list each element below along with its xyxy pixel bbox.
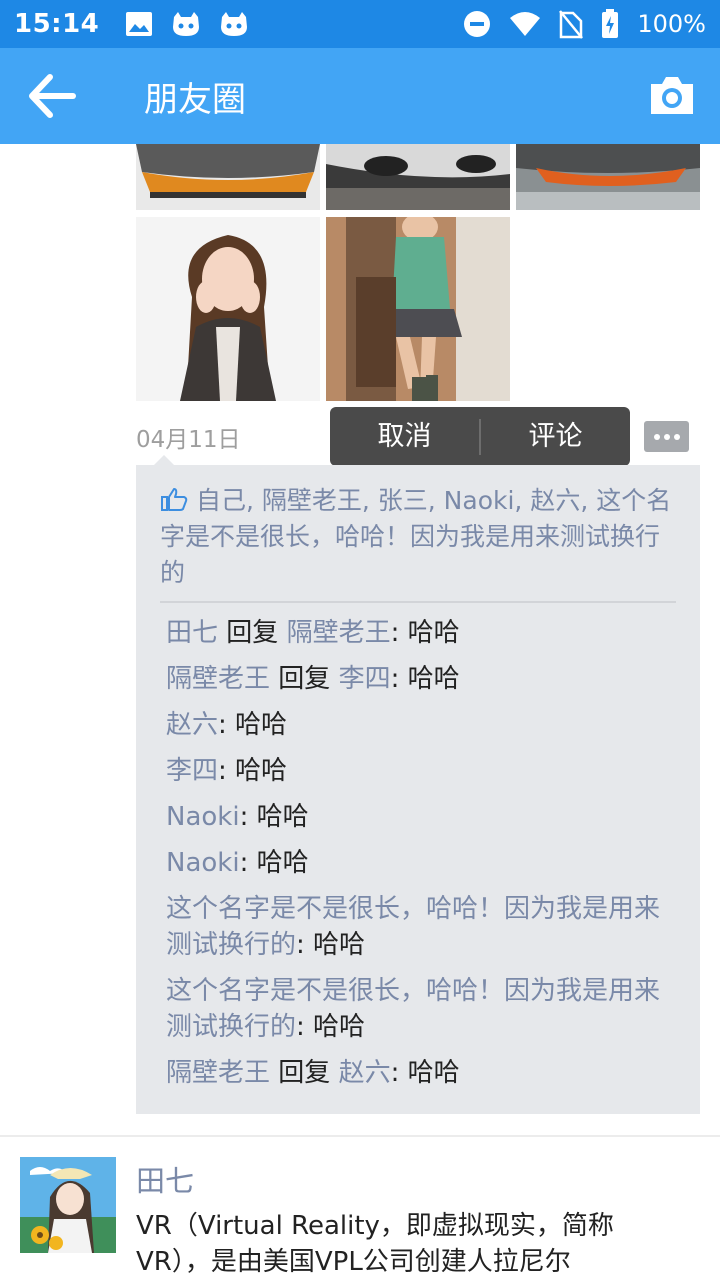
status-time: 15:14 [14,9,100,39]
comment-author[interactable]: 隔壁老王 [166,1058,270,1088]
action-popup: 取消 评论 [330,407,630,466]
photo-car-1[interactable] [136,144,320,210]
comment-text: : 哈哈 [390,1058,460,1088]
arrow-left-icon[interactable] [28,74,76,118]
comment-item[interactable]: 赵六: 哈哈 [166,707,676,743]
comment-item[interactable]: 隔壁老王 回复 赵六: 哈哈 [166,1055,676,1091]
no-sim-icon [559,10,584,39]
comment-text: : 哈哈 [239,802,309,832]
comment-text: : 哈哈 [296,1012,366,1042]
poster-name[interactable]: 田七 [136,1158,194,1200]
cancel-button[interactable]: 取消 [330,407,479,466]
likes-text[interactable]: 自己, 隔壁老王, 张三, Naoki, 赵六, 这个名字是不是很长，哈哈！因为… [160,486,671,587]
comment-button[interactable]: 评论 [481,407,630,466]
cat-icon [173,12,200,36]
comment-author[interactable]: Naoki [166,848,240,878]
comment-item[interactable]: 这个名字是不是很长，哈哈！因为我是用来测试换行的: 哈哈 [166,891,676,963]
comment-item[interactable]: Naoki: 哈哈 [166,799,676,835]
comment-author[interactable]: 这个名字是不是很长，哈哈！因为我是用来测试换行的 [166,894,660,960]
likes-comments-panel: 自己, 隔壁老王, 张三, Naoki, 赵六, 这个名字是不是很长，哈哈！因为… [136,455,700,1114]
comment-item[interactable]: 李四: 哈哈 [166,753,676,789]
battery-percent: 100% [637,10,706,38]
more-dot-icon [673,433,680,440]
comment-author[interactable]: 隔壁老王 [166,664,270,694]
comment-author[interactable]: 赵六 [166,710,218,740]
comment-author[interactable]: 田七 [166,618,218,648]
cat-icon [221,12,248,36]
avatar[interactable] [20,1157,116,1253]
status-bar: 15:14 100% [0,0,720,48]
post-date: 04月11日 [136,427,241,453]
battery-icon [602,9,619,38]
comment-text: : 哈哈 [296,930,366,960]
likes-divider [160,601,676,603]
image-icon [126,12,153,36]
comment-reply-target[interactable]: 李四 [339,664,391,694]
comment-author[interactable]: Naoki [166,802,240,832]
comment-text: : 哈哈 [390,664,460,694]
comment-reply-target[interactable]: 赵六 [339,1058,391,1088]
more-dot-icon [663,433,670,440]
more-options-button[interactable] [644,421,689,452]
comments-list: 田七 回复 隔壁老王: 哈哈 隔壁老王 回复 李四: 哈哈 赵六: 哈哈 李四: 哈哈… [166,615,676,1101]
post-text: VR（Virtual Reality，即虚拟现实，简称VR），是由美国VPL公司… [136,1211,614,1277]
photo-car-2[interactable] [326,144,510,210]
thumbs-up-icon [161,488,188,511]
wifi-icon [510,12,541,36]
photo-girl-2[interactable] [326,217,510,401]
likes-list: 自己, 隔壁老王, 张三, Naoki, 赵六, 这个名字是不是很长，哈哈！因为… [160,483,676,591]
page-title: 朋友圈 [144,80,246,120]
moments-feed[interactable]: 04月11日 取消 评论 自己, 隔壁老王, 张三, Naoki, 赵六, 这个… [0,144,720,1280]
reply-label: 回复 [226,618,279,648]
dnd-icon [464,11,491,37]
comment-item[interactable]: 隔壁老王 回复 李四: 哈哈 [166,661,676,697]
comment-text: : 哈哈 [218,710,288,740]
camera-icon[interactable] [648,72,696,120]
panel-arrow [154,455,174,465]
reply-label: 回复 [278,1058,331,1088]
app-bar: 朋友圈 [0,48,720,144]
comment-text: : 哈哈 [239,848,309,878]
comment-item[interactable]: Naoki: 哈哈 [166,845,676,881]
more-dot-icon [653,433,660,440]
comment-text: : 哈哈 [218,756,288,786]
comment-item[interactable]: 这个名字是不是很长，哈哈！因为我是用来测试换行的: 哈哈 [166,973,676,1045]
comment-item[interactable]: 田七 回复 隔壁老王: 哈哈 [166,615,676,651]
comment-author[interactable]: 这个名字是不是很长，哈哈！因为我是用来测试换行的 [166,976,660,1042]
reply-label: 回复 [278,664,331,694]
comment-reply-target[interactable]: 隔壁老王 [287,618,391,648]
photo-car-3[interactable] [516,144,700,210]
comment-text: : 哈哈 [390,618,460,648]
post-divider [0,1135,720,1137]
photo-girl-1[interactable] [136,217,320,401]
comment-author[interactable]: 李四 [166,756,218,786]
